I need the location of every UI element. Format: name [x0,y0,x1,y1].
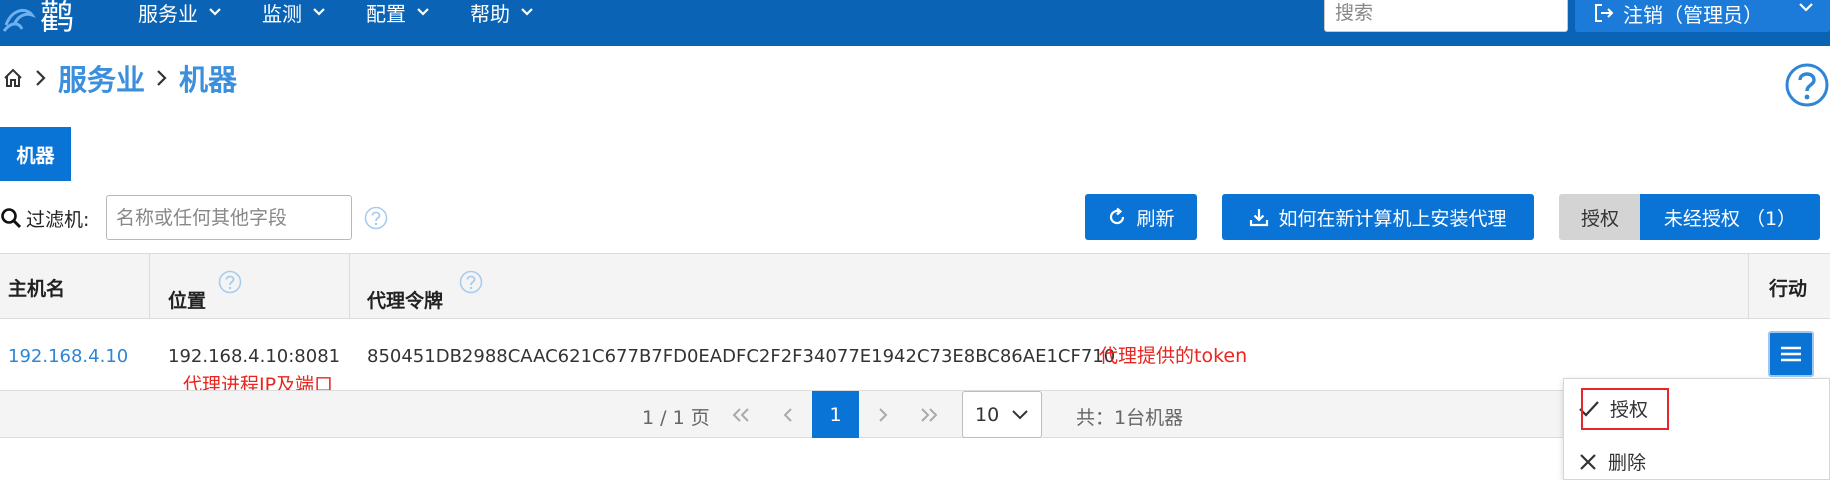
total-count: 共：1台机器 [1076,407,1184,429]
column-header-label: 主机名 [8,278,66,300]
app-logo[interactable]: 鹳 [2,0,74,36]
nav-menu-label: 帮助 [470,1,510,26]
chevron-down-icon [1799,3,1813,12]
column-header-label: 代理令牌 [367,290,444,312]
logo-text: 鹳 [40,0,74,38]
chevron-right-icon [34,68,48,88]
row-actions-button[interactable] [1768,331,1814,377]
close-icon [1580,453,1596,470]
nav-menu-label: 配置 [366,1,406,26]
next-page-icon[interactable] [876,406,890,424]
page-size-select[interactable]: 10 [962,391,1042,438]
refresh-button[interactable]: 刷新 [1085,194,1197,240]
download-icon [1250,209,1269,227]
nav-menu-services[interactable]: 服务业 [138,0,222,26]
agent-token-cell: 850451DB2988CAAC621C677B7FD0EADFC2F2F340… [367,346,1116,367]
help-icon[interactable] [364,206,388,230]
token-annotation: 代理提供的token [1099,345,1248,367]
previous-page-icon[interactable] [781,406,795,424]
logout-button[interactable]: 注销（管理员） [1575,0,1830,32]
breadcrumb-machines[interactable]: 机器 [179,57,237,99]
menu-item-label: 删除 [1608,452,1647,474]
column-header-label: 行动 [1769,278,1808,300]
help-icon[interactable] [459,270,483,294]
nav-menu-configuration[interactable]: 配置 [366,0,430,26]
nav-menu-label: 监测 [262,1,302,26]
search-icon [1,208,22,229]
breadcrumb: 服务业 机器 [0,56,237,100]
annotation-highlight-box [1581,388,1669,430]
hostname-link[interactable]: 192.168.4.10 [8,346,128,367]
nav-menu-help[interactable]: 帮助 [470,0,534,26]
nav-menu-monitoring[interactable]: 监测 [262,0,326,26]
logout-label: 注销（管理员） [1623,2,1763,27]
filter-input[interactable] [106,195,352,240]
refresh-icon [1110,207,1125,225]
tab-label: 机器 [16,144,55,167]
chevron-down-icon [521,8,533,16]
menu-icon [1781,346,1801,362]
page-info: 1 / 1 页 [642,407,710,429]
filter-label: 过滤机: [0,204,89,232]
last-page-icon[interactable] [918,406,940,424]
filter-label-text: 过滤机: [26,208,90,231]
nav-menu-label: 服务业 [138,1,198,26]
unauthorized-filter-label: 未经授权 （1） [1663,207,1797,230]
breadcrumb-services[interactable]: 服务业 [58,57,145,99]
page-number: 1 [829,403,842,426]
logo-mark-icon [2,8,36,32]
home-icon[interactable] [2,67,24,89]
menu-item-delete[interactable]: 删除 [1578,448,1646,475]
column-header-label: 位置 [168,290,207,312]
refresh-label: 刷新 [1136,207,1175,230]
install-agent-guide-button[interactable]: 如何在新计算机上安装代理 [1222,194,1534,240]
authorized-filter-label: 授权 [1580,207,1619,230]
chevron-right-icon [155,68,169,88]
chevron-down-icon [313,8,325,16]
tab-machines[interactable]: 机器 [0,127,71,181]
chevron-down-icon [1012,410,1028,420]
pagination-bar: 1 / 1 页 共：1台机器 [0,390,1830,438]
chevron-down-icon [417,8,429,16]
help-icon[interactable] [218,270,242,294]
location-cell: 192.168.4.10:8081 [168,346,341,367]
authorized-filter-button[interactable]: 授权 [1559,194,1641,240]
global-search-input[interactable] [1324,0,1568,32]
top-navbar: 鹳 服务业 监测 配置 帮助 注销（管理员） [0,0,1830,46]
first-page-icon[interactable] [730,406,752,424]
table-header: 主机名 位置 代理令牌 行动 [0,253,1830,319]
logout-icon [1595,4,1614,22]
help-icon[interactable] [1784,62,1830,108]
page-size-value: 10 [975,403,1000,426]
unauthorized-filter-button[interactable]: 未经授权 （1） [1640,194,1820,240]
install-agent-label: 如何在新计算机上安装代理 [1278,207,1507,230]
chevron-down-icon [209,8,221,16]
page-button-current[interactable]: 1 [812,391,859,438]
